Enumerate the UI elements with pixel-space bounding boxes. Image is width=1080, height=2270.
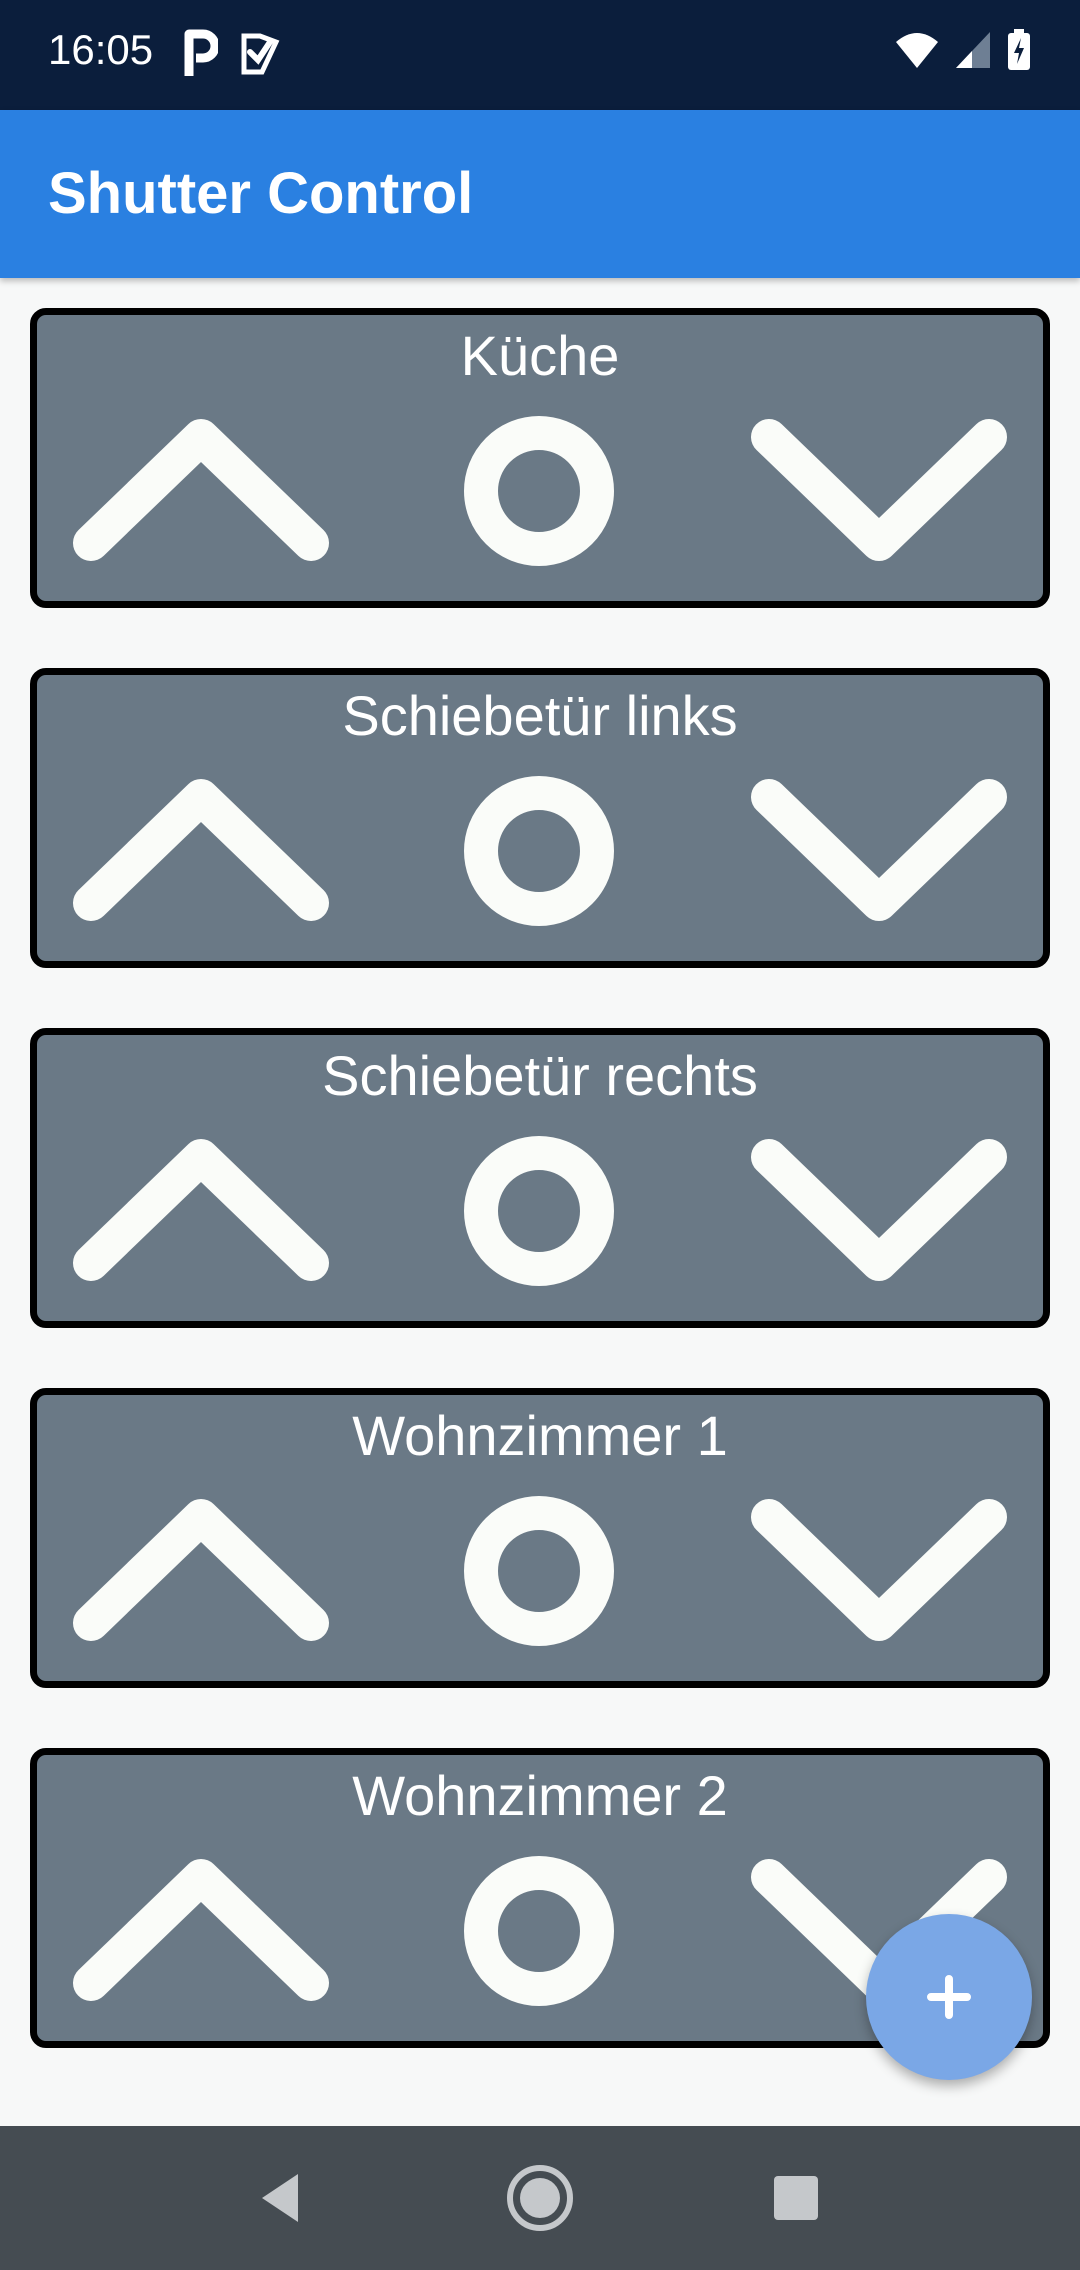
home-icon[interactable] — [500, 2158, 580, 2238]
shutter-list: Küche Schiebetür links Schiebetür rechts — [0, 278, 1080, 2126]
chevron-up-icon[interactable] — [69, 1135, 333, 1285]
battery-charging-icon — [1008, 29, 1030, 70]
chevron-up-icon[interactable] — [69, 1495, 333, 1645]
shutter-card: Schiebetür links — [30, 668, 1050, 968]
shutter-name: Küche — [460, 324, 620, 387]
app-title: Shutter Control — [48, 161, 474, 226]
add-shutter-button[interactable] — [866, 1914, 1032, 2080]
circle-stop-icon[interactable] — [463, 415, 615, 567]
chevron-down-icon[interactable] — [747, 1495, 1011, 1645]
shutter-card: Schiebetür rechts — [30, 1028, 1050, 1328]
shutter-name: Schiebetür rechts — [322, 1044, 758, 1107]
wifi-icon — [896, 33, 938, 68]
circle-stop-icon[interactable] — [463, 775, 615, 927]
p-app-icon — [184, 29, 218, 76]
chevron-up-icon[interactable] — [69, 1855, 333, 2005]
status-bar: 16:05 — [0, 0, 1080, 110]
chevron-down-icon[interactable] — [747, 1135, 1011, 1285]
circle-stop-icon[interactable] — [463, 1495, 615, 1647]
chevron-down-icon[interactable] — [747, 775, 1011, 925]
status-notification-icons — [184, 28, 280, 80]
status-time: 16:05 — [48, 26, 154, 73]
chevron-up-icon[interactable] — [69, 775, 333, 925]
circle-stop-icon[interactable] — [463, 1855, 615, 2007]
shutter-name: Wohnzimmer 2 — [352, 1764, 728, 1827]
back-icon[interactable] — [250, 2168, 310, 2228]
checkmark-app-icon — [241, 33, 280, 75]
shutter-card: Küche — [30, 308, 1050, 608]
circle-stop-icon[interactable] — [463, 1135, 615, 1287]
plus-icon — [927, 1975, 971, 2019]
signal-icon — [956, 32, 990, 68]
recents-icon[interactable] — [766, 2168, 826, 2228]
chevron-up-icon[interactable] — [69, 415, 333, 565]
shutter-card: Wohnzimmer 1 — [30, 1388, 1050, 1688]
shutter-name: Schiebetür links — [342, 684, 738, 747]
navigation-bar — [0, 2126, 1080, 2270]
chevron-down-icon[interactable] — [747, 415, 1011, 565]
shutter-name: Wohnzimmer 1 — [352, 1404, 728, 1467]
app-bar: Shutter Control — [0, 110, 1080, 278]
status-system-icons — [894, 28, 1032, 72]
